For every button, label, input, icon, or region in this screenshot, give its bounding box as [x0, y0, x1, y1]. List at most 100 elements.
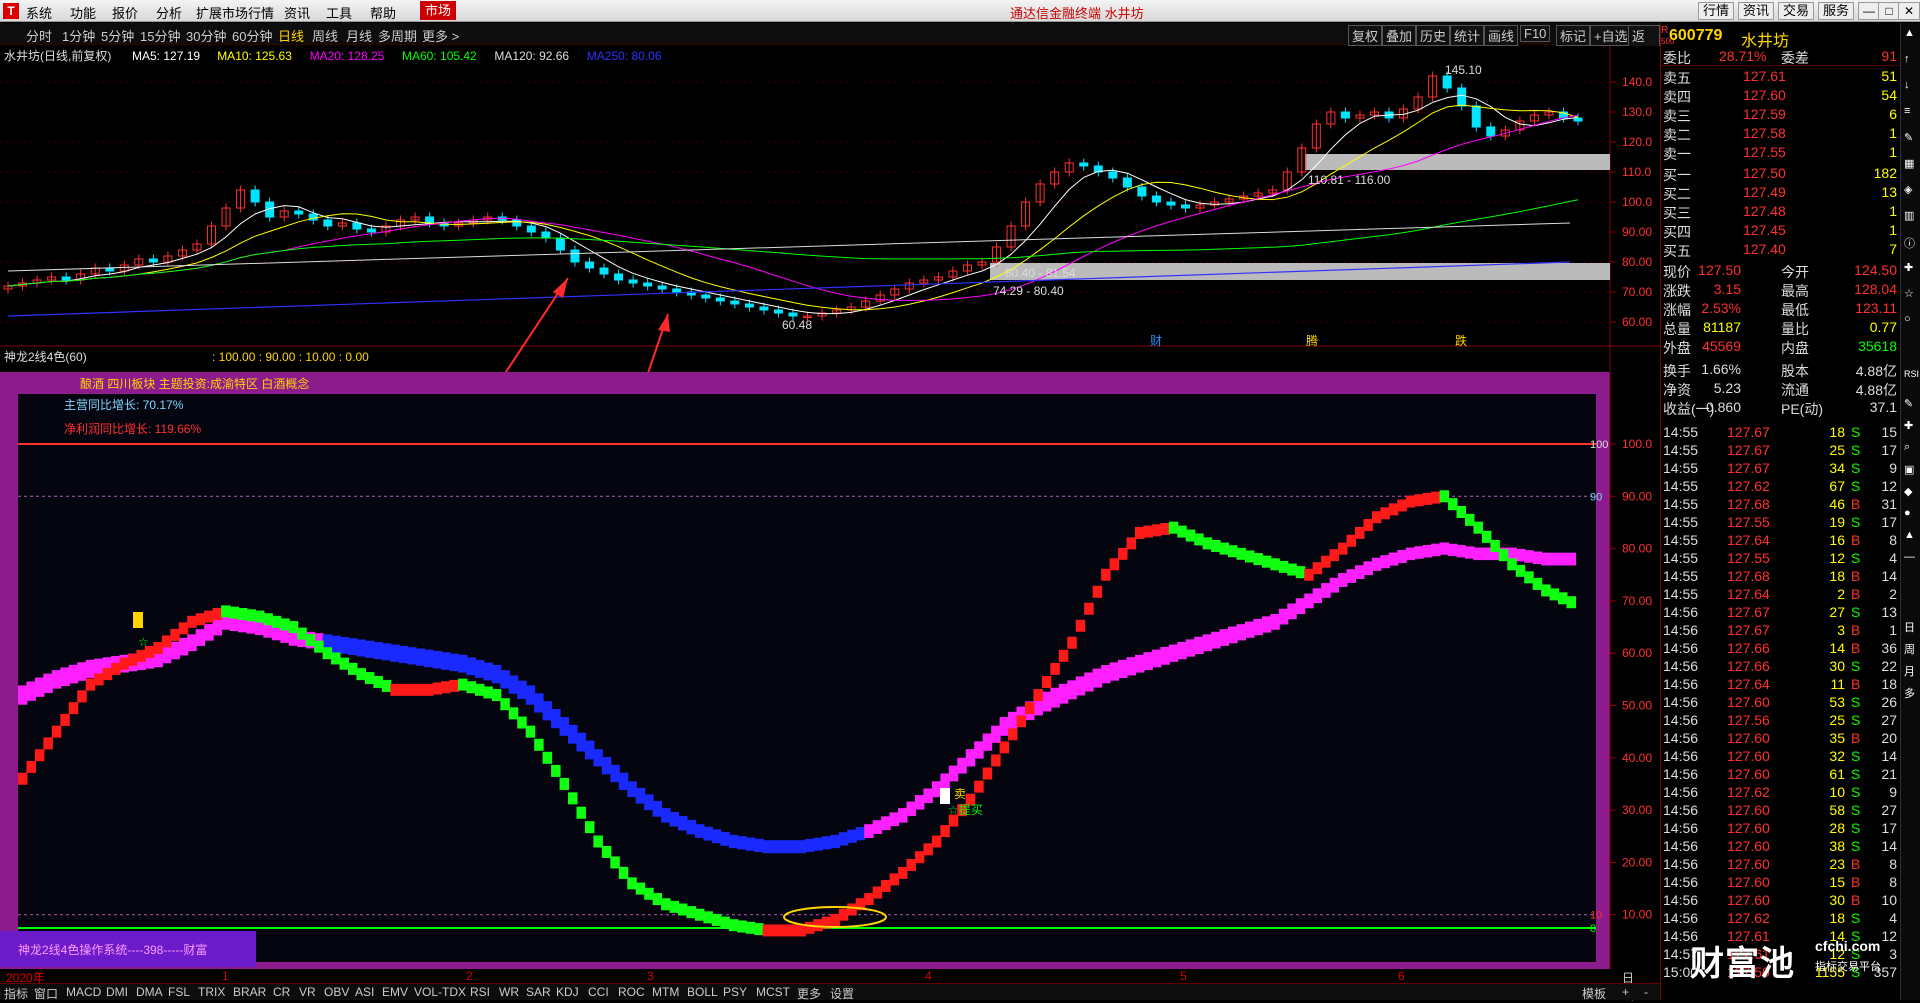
- menu-item-function[interactable]: 功能: [70, 3, 96, 22]
- period-60min[interactable]: 60分钟: [232, 26, 272, 45]
- side-tri-icon[interactable]: ▲: [1904, 529, 1915, 541]
- tab-vol-tdx[interactable]: VOL-TDX: [414, 985, 466, 999]
- tab-more[interactable]: 更多: [797, 985, 821, 1002]
- side-dot-icon[interactable]: ●: [1904, 507, 1911, 519]
- side-arrow2-icon[interactable]: ↓: [1904, 79, 1910, 91]
- tool-draw-button[interactable]: 画线: [1484, 25, 1519, 46]
- period-daily[interactable]: 日线: [278, 26, 304, 45]
- side-chart-icon[interactable]: ◈: [1904, 183, 1912, 196]
- side-week[interactable]: 周: [1904, 641, 1915, 657]
- tab-wr[interactable]: WR: [499, 985, 519, 999]
- side-bar-icon[interactable]: ▥: [1904, 209, 1914, 222]
- tab-asi[interactable]: ASI: [355, 985, 374, 999]
- side-arrow-icon[interactable]: ↑: [1904, 53, 1910, 65]
- menu-item-system[interactable]: 系统: [26, 3, 52, 22]
- side-info-icon[interactable]: ⓘ: [1904, 235, 1915, 251]
- side-cross-icon[interactable]: ✚: [1904, 261, 1913, 274]
- period-more[interactable]: 更多 >: [422, 26, 459, 45]
- tab-roc[interactable]: ROC: [618, 985, 645, 999]
- tool-mark-button[interactable]: 标记: [1556, 25, 1591, 46]
- signal-marker-buy[interactable]: [940, 788, 950, 804]
- side-star-icon[interactable]: ☆: [1904, 287, 1914, 300]
- tab-sar[interactable]: SAR: [526, 985, 551, 999]
- side-pen-icon[interactable]: ✎: [1904, 131, 1913, 144]
- side-cross2-icon[interactable]: ✚: [1904, 419, 1913, 432]
- event-marker-fall[interactable]: 跌: [1455, 333, 1467, 348]
- tab-kdj[interactable]: KDJ: [556, 985, 579, 999]
- ask-price-3[interactable]: 127.59: [1743, 106, 1786, 122]
- tab-vr[interactable]: VR: [299, 985, 316, 999]
- side-up-icon[interactable]: ▲: [1904, 27, 1915, 39]
- side-list-icon[interactable]: ≡: [1904, 105, 1910, 117]
- tab-cr[interactable]: CR: [273, 985, 290, 999]
- tab-obv[interactable]: OBV: [324, 985, 349, 999]
- tab-mcst[interactable]: MCST: [756, 985, 790, 999]
- period-monthly[interactable]: 月线: [346, 26, 372, 45]
- template-button[interactable]: 模板: [1582, 985, 1606, 1002]
- top-button-trade[interactable]: 交易: [1778, 2, 1815, 20]
- ask-price-1[interactable]: 127.55: [1743, 144, 1786, 160]
- tab-psy[interactable]: PSY: [723, 985, 747, 999]
- period-30min[interactable]: 30分钟: [186, 26, 226, 45]
- bid-price-2[interactable]: 127.49: [1743, 184, 1786, 200]
- minimize-button[interactable]: —: [1858, 2, 1880, 20]
- period-weekly[interactable]: 周线: [312, 26, 338, 45]
- side-pen2-icon[interactable]: ✎: [1904, 397, 1913, 410]
- tab-emv[interactable]: EMV: [382, 985, 408, 999]
- close-button[interactable]: ✕: [1898, 2, 1920, 20]
- side-grid-icon[interactable]: ▦: [1904, 157, 1914, 170]
- tab-trix[interactable]: TRIX: [198, 985, 225, 999]
- top-button-market[interactable]: 行情: [1698, 2, 1735, 20]
- tool-overlay-button[interactable]: 叠加: [1382, 25, 1417, 46]
- tab-dmi[interactable]: DMI: [106, 985, 128, 999]
- tab-mtm[interactable]: MTM: [652, 985, 679, 999]
- tab-macd[interactable]: MACD: [66, 985, 101, 999]
- side-search-icon[interactable]: ⌕: [1904, 441, 1910, 454]
- menu-item-quote[interactable]: 报价: [112, 3, 138, 22]
- side-square-icon[interactable]: ▣: [1904, 463, 1914, 476]
- tab-indicator[interactable]: 指标: [4, 985, 28, 1002]
- top-button-news[interactable]: 资讯: [1738, 2, 1775, 20]
- menu-item-news[interactable]: 资讯: [284, 3, 310, 22]
- side-day[interactable]: 日: [1904, 619, 1915, 635]
- side-line-icon[interactable]: ―: [1904, 551, 1915, 563]
- chart-area[interactable]: 水井坊(日线,前复权) MA5: 127.19 MA10: 125.63 MA20:…: [0, 46, 1660, 970]
- tool-watchlist-button[interactable]: +自选: [1590, 25, 1632, 46]
- bid-price-3[interactable]: 127.48: [1743, 203, 1786, 219]
- maximize-button[interactable]: □: [1878, 2, 1900, 20]
- zoom-out-button[interactable]: -: [1644, 985, 1648, 999]
- period-15min[interactable]: 15分钟: [140, 26, 180, 45]
- menu-item-help[interactable]: 帮助: [370, 3, 396, 22]
- tab-brar[interactable]: BRAR: [233, 985, 266, 999]
- side-rsi[interactable]: RSI: [1904, 369, 1919, 379]
- period-multi[interactable]: 多周期: [378, 26, 417, 45]
- top-button-service[interactable]: 服务: [1818, 2, 1855, 20]
- tab-cci[interactable]: CCI: [588, 985, 609, 999]
- tool-f10-button[interactable]: F10: [1520, 25, 1551, 42]
- ask-price-2[interactable]: 127.58: [1743, 125, 1786, 141]
- bid-price-4[interactable]: 127.45: [1743, 222, 1786, 238]
- tab-settings[interactable]: 设置: [830, 985, 854, 1002]
- tab-window[interactable]: 窗口: [34, 985, 58, 1002]
- tab-rsi[interactable]: RSI: [470, 985, 490, 999]
- side-diamond-icon[interactable]: ◆: [1904, 485, 1912, 498]
- side-circle-icon[interactable]: ○: [1904, 313, 1911, 325]
- side-multi[interactable]: 多: [1904, 685, 1915, 701]
- menu-item-tools[interactable]: 工具: [326, 3, 352, 22]
- signal-marker-left[interactable]: [133, 612, 143, 628]
- ask-price-5[interactable]: 127.61: [1743, 68, 1786, 84]
- tab-dma[interactable]: DMA: [136, 985, 163, 999]
- menu-item-market[interactable]: 市场: [420, 1, 457, 20]
- period-timeshare[interactable]: 分时: [26, 26, 52, 45]
- tab-fsl[interactable]: FSL: [168, 985, 190, 999]
- event-marker-rise[interactable]: 腾: [1306, 333, 1318, 348]
- side-month[interactable]: 月: [1904, 663, 1915, 679]
- menu-item-analysis[interactable]: 分析: [156, 3, 182, 22]
- period-5min[interactable]: 5分钟: [101, 26, 134, 45]
- tool-history-button[interactable]: 历史: [1416, 25, 1451, 46]
- bid-price-1[interactable]: 127.50: [1743, 165, 1786, 181]
- tab-boll[interactable]: BOLL: [687, 985, 718, 999]
- period-1min[interactable]: 1分钟: [62, 26, 95, 45]
- menu-item-extended-market[interactable]: 扩展市场行情: [196, 3, 274, 22]
- bid-price-5[interactable]: 127.40: [1743, 241, 1786, 257]
